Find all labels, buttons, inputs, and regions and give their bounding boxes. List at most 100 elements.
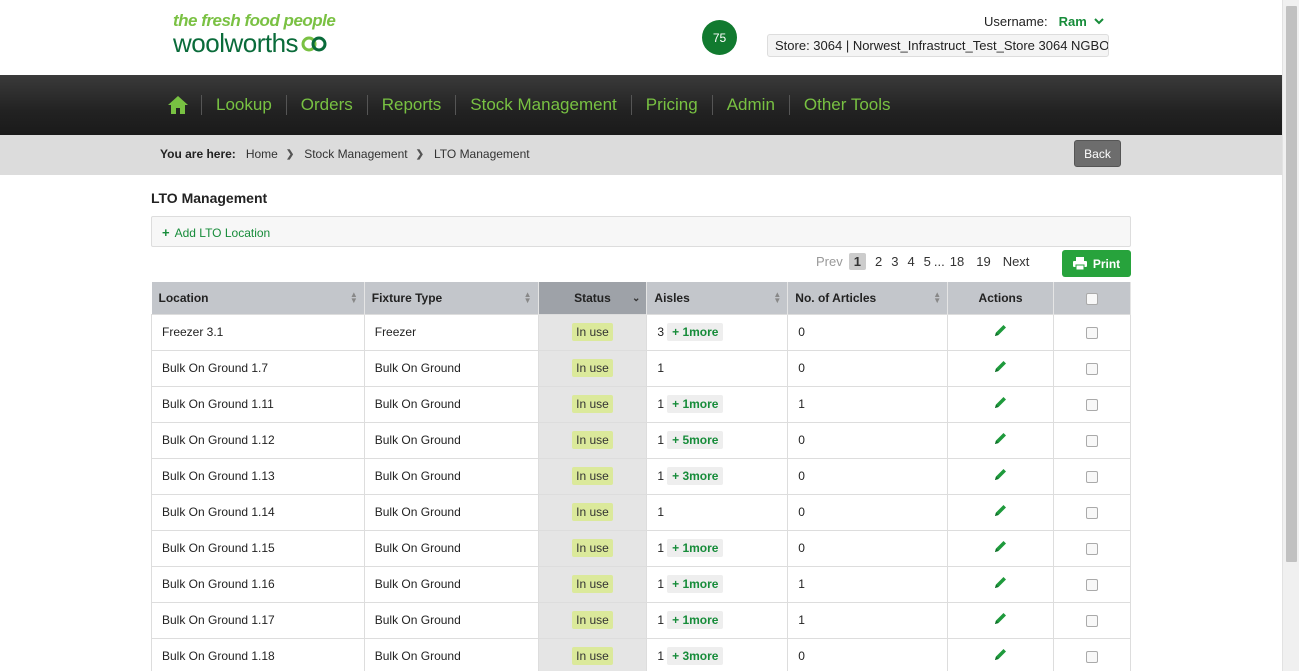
col-header-select-all[interactable] — [1053, 282, 1131, 314]
more-aisles-button[interactable]: + 1more — [667, 575, 724, 593]
woolworths-logo[interactable]: the fresh food people woolworths — [173, 12, 336, 58]
status-cell: In use — [537, 565, 648, 603]
status-badge: In use — [572, 539, 613, 557]
select-cell — [1053, 385, 1131, 423]
sort-icon[interactable]: ▲ ▼ — [773, 291, 781, 305]
logo-brand: woolworths — [173, 28, 299, 58]
more-aisles-button[interactable]: + 3more — [667, 647, 724, 665]
pagination-next[interactable]: Next — [1003, 254, 1030, 269]
notification-badge[interactable]: 75 — [702, 20, 737, 55]
pencil-icon[interactable] — [993, 433, 1008, 449]
pencil-icon[interactable] — [993, 505, 1008, 521]
add-bar: + Add LTO Location — [151, 216, 1131, 247]
nav-item-lookup[interactable]: Lookup — [201, 95, 286, 115]
aisle-value: 1 — [657, 361, 665, 375]
scrollbar-thumb[interactable] — [1286, 6, 1297, 562]
print-button[interactable]: Print — [1062, 250, 1131, 277]
sort-desc-icon[interactable]: ⌄ — [632, 293, 640, 304]
printer-icon — [1072, 257, 1087, 270]
main-nav: Lookup Orders Reports Stock Management P… — [0, 75, 1282, 135]
home-icon[interactable] — [167, 94, 189, 116]
col-header-location[interactable]: Location ▲ ▼ — [151, 282, 365, 314]
row-checkbox[interactable] — [1086, 470, 1098, 483]
more-aisles-button[interactable]: + 1more — [667, 395, 724, 413]
row-checkbox[interactable] — [1086, 542, 1098, 555]
back-button[interactable]: Back — [1074, 140, 1121, 167]
row-checkbox[interactable] — [1086, 578, 1098, 591]
select-all-checkbox[interactable] — [1086, 292, 1098, 305]
actions-cell — [947, 421, 1055, 459]
nav-item-orders[interactable]: Orders — [285, 95, 367, 115]
aisle-value: 1 — [657, 469, 665, 483]
pencil-icon[interactable] — [993, 397, 1008, 413]
pagination-prev[interactable]: Prev — [816, 254, 843, 269]
username[interactable]: Ram — [1059, 14, 1087, 29]
articles-cell: 1 — [787, 565, 949, 603]
user-menu[interactable]: Username: Ram — [984, 14, 1104, 29]
status-badge: In use — [572, 359, 613, 377]
row-checkbox[interactable] — [1086, 614, 1098, 627]
store-selector[interactable]: Store: 3064 | Norwest_Infrastruct_Test_S… — [767, 34, 1109, 57]
sort-icon[interactable]: ▲ ▼ — [933, 291, 941, 305]
aisles-cell: 1 — [646, 493, 789, 531]
chevron-down-icon[interactable] — [1094, 16, 1104, 28]
nav-item-other-tools[interactable]: Other Tools — [788, 95, 905, 115]
plus-icon: + — [162, 225, 170, 240]
col-header-status[interactable]: Status ⌄ — [538, 282, 648, 314]
status-badge: In use — [572, 431, 613, 449]
row-checkbox[interactable] — [1086, 398, 1098, 411]
pagination-page-19[interactable]: 19 — [976, 254, 990, 269]
row-checkbox[interactable] — [1086, 434, 1098, 447]
breadcrumb-stock-management[interactable]: Stock Management — [304, 147, 407, 161]
breadcrumb-home[interactable]: Home — [246, 147, 278, 161]
add-lto-location-label: Add LTO Location — [174, 225, 271, 240]
actions-cell — [947, 313, 1055, 351]
pagination-page-18[interactable]: 18 — [950, 254, 964, 269]
pencil-icon[interactable] — [993, 577, 1008, 593]
col-header-fixture-type[interactable]: Fixture Type ▲ ▼ — [364, 282, 539, 314]
nav-item-stock-management[interactable]: Stock Management — [455, 95, 630, 115]
select-cell — [1053, 529, 1131, 567]
pagination-page-3[interactable]: 3 — [891, 254, 898, 269]
pagination-page-1[interactable]: 1 — [848, 253, 866, 270]
location-cell: Bulk On Ground 1.12 — [151, 421, 365, 459]
row-checkbox[interactable] — [1086, 326, 1098, 339]
pencil-icon[interactable] — [993, 613, 1008, 629]
more-aisles-button[interactable]: + 1more — [667, 539, 724, 557]
row-checkbox[interactable] — [1086, 650, 1098, 663]
location-cell: Freezer 3.1 — [151, 313, 365, 351]
pencil-icon[interactable] — [993, 649, 1008, 665]
articles-cell: 0 — [787, 349, 949, 387]
select-cell — [1053, 601, 1131, 639]
status-cell: In use — [537, 637, 648, 671]
pagination-page-4[interactable]: 4 — [907, 254, 914, 269]
pagination-page-5[interactable]: 5 — [924, 254, 931, 269]
pagination-page-2[interactable]: 2 — [875, 254, 882, 269]
sort-icon[interactable]: ▲ ▼ — [524, 291, 532, 305]
pencil-icon[interactable] — [993, 325, 1008, 341]
fixture-type-cell: Bulk On Ground — [363, 421, 539, 459]
actions-cell — [947, 637, 1055, 671]
pencil-icon[interactable] — [993, 541, 1008, 557]
nav-item-pricing[interactable]: Pricing — [630, 95, 712, 115]
sort-icon[interactable]: ▲ ▼ — [350, 291, 358, 305]
pencil-icon[interactable] — [993, 361, 1008, 377]
row-checkbox[interactable] — [1086, 362, 1098, 375]
pencil-icon[interactable] — [993, 469, 1008, 485]
more-aisles-button[interactable]: + 1more — [667, 611, 724, 629]
more-aisles-button[interactable]: + 5more — [667, 431, 724, 449]
fixture-type-cell: Bulk On Ground — [363, 457, 539, 495]
col-header-aisles[interactable]: Aisles ▲ ▼ — [646, 282, 789, 314]
more-aisles-button[interactable]: + 1more — [667, 323, 724, 341]
add-lto-location-link[interactable]: + Add LTO Location — [162, 225, 270, 240]
more-aisles-button[interactable]: + 3more — [667, 467, 724, 485]
status-cell: In use — [537, 421, 648, 459]
col-header-articles[interactable]: No. of Articles ▲ ▼ — [787, 282, 949, 314]
scrollbar[interactable] — [1282, 0, 1299, 671]
row-checkbox[interactable] — [1086, 506, 1098, 519]
nav-item-reports[interactable]: Reports — [366, 95, 456, 115]
fixture-type-cell: Bulk On Ground — [363, 385, 539, 423]
select-cell — [1053, 493, 1131, 531]
status-badge: In use — [572, 467, 613, 485]
nav-item-admin[interactable]: Admin — [711, 95, 789, 115]
